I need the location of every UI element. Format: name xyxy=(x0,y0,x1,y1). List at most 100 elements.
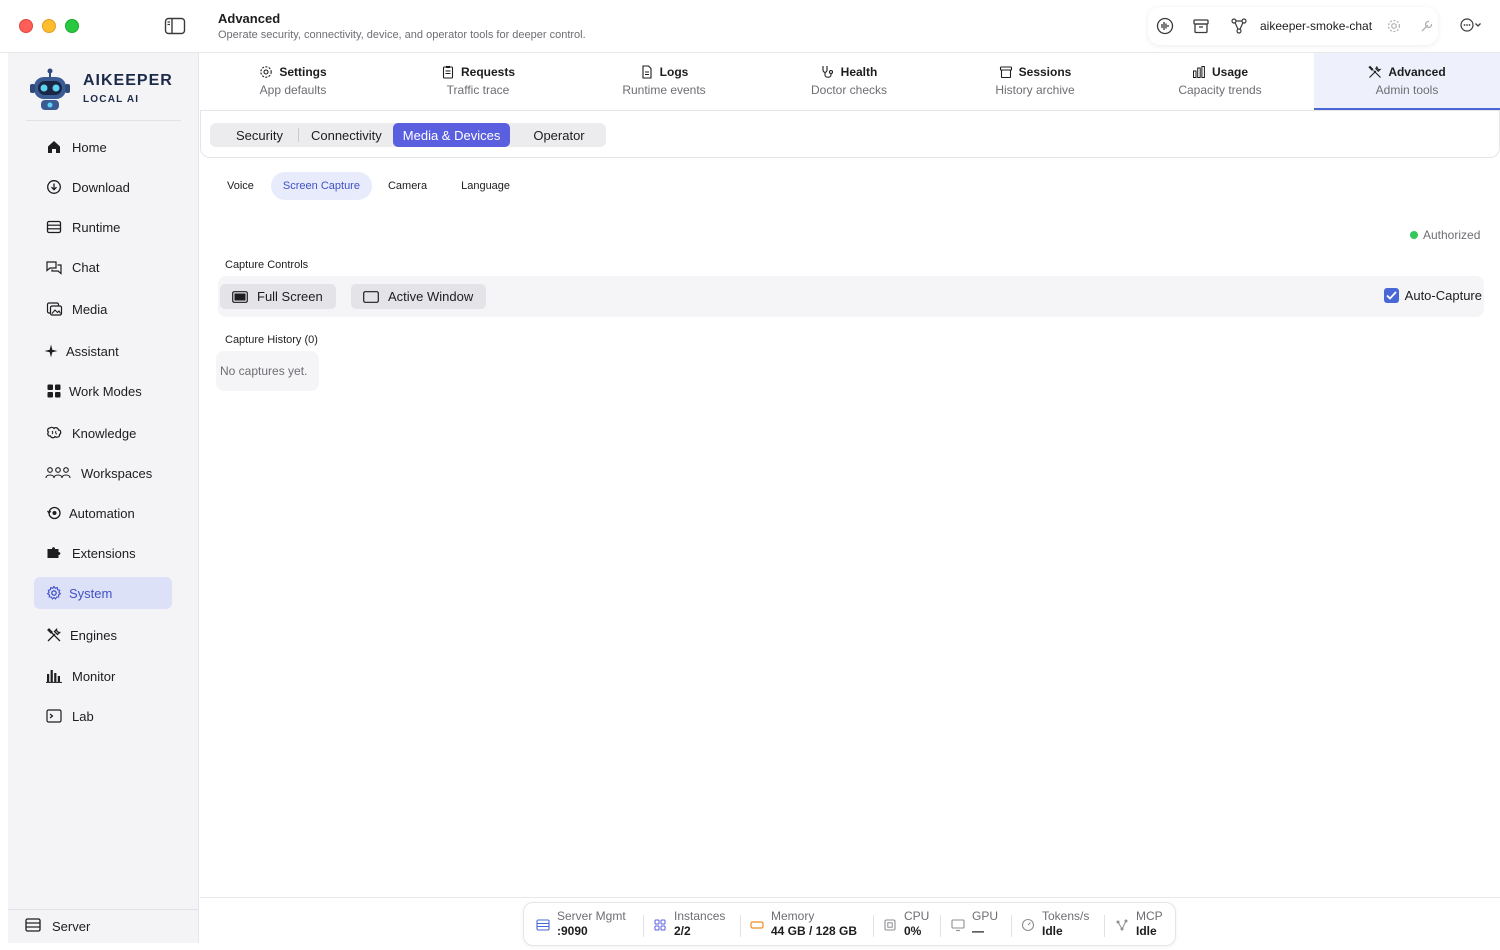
bar-chart-icon xyxy=(1192,66,1205,78)
sidebar-toggle-icon[interactable] xyxy=(164,17,186,35)
server-icon xyxy=(536,919,550,931)
status-key: Tokens/s xyxy=(1042,909,1090,923)
status-dot xyxy=(1410,231,1418,239)
sidebar-item-system[interactable]: System xyxy=(34,577,172,609)
status-key: Instances xyxy=(674,909,726,923)
tab-usage[interactable]: Usage Capacity trends xyxy=(1127,53,1313,110)
sidebar-item-knowledge[interactable]: Knowledge xyxy=(34,417,172,449)
sidebar-item-download[interactable]: Download xyxy=(34,171,172,203)
waveform-icon[interactable] xyxy=(1156,17,1174,35)
section-segmented-control: Security Connectivity Media & Devices Op… xyxy=(210,123,606,147)
zoom-window-button[interactable] xyxy=(65,19,79,33)
sparkle-icon xyxy=(42,342,60,360)
subtab-voice[interactable]: Voice xyxy=(218,172,263,200)
status-key: Server Mgmt xyxy=(557,909,626,923)
minimize-window-button[interactable] xyxy=(42,19,56,33)
tab-subtitle: Traffic trace xyxy=(446,83,510,97)
app-logo: AIKEEPER LOCAL AI xyxy=(26,65,186,113)
permission-status: Authorized xyxy=(1410,228,1480,242)
tab-health[interactable]: Health Doctor checks xyxy=(756,53,942,110)
sidebar-item-workspaces[interactable]: Workspaces xyxy=(34,457,172,489)
divider xyxy=(643,915,644,937)
more-menu-button[interactable] xyxy=(1456,12,1488,40)
sidebar-item-monitor[interactable]: Monitor xyxy=(34,660,172,692)
auto-capture-checkbox[interactable] xyxy=(1383,288,1399,303)
status-tokens[interactable]: Tokens/s Idle xyxy=(1021,909,1089,939)
tab-advanced[interactable]: Advanced Admin tools xyxy=(1314,53,1500,110)
people-icon xyxy=(45,464,71,482)
subtab-screen-capture[interactable]: Screen Capture xyxy=(270,172,372,200)
wrench-icon[interactable] xyxy=(1418,17,1436,35)
status-instances[interactable]: Instances 2/2 xyxy=(653,909,725,939)
capture-controls-heading: Capture Controls xyxy=(225,259,309,271)
sidebar-item-label: Download xyxy=(72,179,130,195)
sidebar-item-lab[interactable]: Lab xyxy=(34,700,172,732)
sidebar-item-label: Runtime xyxy=(72,219,121,235)
status-mcp[interactable]: MCP Idle xyxy=(1115,909,1163,939)
segment-connectivity[interactable]: Connectivity xyxy=(299,123,393,147)
archive-icon[interactable] xyxy=(1192,17,1210,35)
gear-icon xyxy=(45,584,63,602)
divider xyxy=(200,897,1500,898)
full-screen-icon xyxy=(232,290,248,303)
sidebar-item-automation[interactable]: Automation xyxy=(34,497,172,529)
segment-media-devices[interactable]: Media & Devices xyxy=(392,123,511,147)
divider xyxy=(873,915,874,937)
grid-icon xyxy=(45,382,63,400)
sidebar-item-label: Lab xyxy=(72,708,94,724)
status-server-mgmt[interactable]: Server Mgmt:9090 xyxy=(536,909,626,939)
sidebar-item-home[interactable]: Home xyxy=(34,131,172,163)
chat-name-label[interactable]: aikeeper-smoke-chat xyxy=(1260,19,1372,33)
capture-history-empty: No captures yet. xyxy=(216,351,319,391)
auto-capture-toggle[interactable]: Auto-Capture xyxy=(1383,288,1482,303)
tab-logs[interactable]: Logs Runtime events xyxy=(571,53,757,110)
tab-requests[interactable]: Requests Traffic trace xyxy=(385,53,571,110)
sidebar-item-work-modes[interactable]: Work Modes xyxy=(34,375,172,407)
download-icon xyxy=(45,178,63,196)
subtab-camera[interactable]: Camera xyxy=(380,172,435,200)
active-window-button[interactable]: Active Window xyxy=(351,284,487,309)
segment-operator[interactable]: Operator xyxy=(510,123,605,147)
tab-settings[interactable]: Settings App defaults xyxy=(200,53,386,110)
status-cpu[interactable]: CPU 0% xyxy=(883,909,929,939)
title-bar: Advanced Operate security, connectivity,… xyxy=(0,0,1500,53)
full-screen-button[interactable]: Full Screen xyxy=(220,284,336,309)
ellipsis-chevron-icon xyxy=(1460,18,1481,32)
sidebar-item-engines[interactable]: Engines xyxy=(34,619,172,651)
divider xyxy=(1011,915,1012,937)
sidebar-item-media[interactable]: Media xyxy=(34,293,172,325)
stethoscope-icon xyxy=(822,66,833,78)
status-memory[interactable]: Memory 44 GB / 128 GB xyxy=(750,909,857,939)
status-bar: Server Mgmt:9090 Instances 2/2 Memory 44 G… xyxy=(523,902,1176,946)
sidebar-item-extensions[interactable]: Extensions xyxy=(34,537,172,569)
tab-title: Health xyxy=(840,65,878,79)
terminal-icon xyxy=(45,707,63,725)
status-key: Memory xyxy=(771,909,815,923)
sidebar-item-runtime[interactable]: Runtime xyxy=(34,211,172,243)
tab-title: Settings xyxy=(279,65,327,79)
bar-chart-icon xyxy=(45,667,63,685)
sidebar-item-label: Chat xyxy=(72,259,100,275)
status-value: 44 GB / 128 GB xyxy=(771,924,858,938)
sidebar-item-assistant[interactable]: Assistant xyxy=(34,335,172,367)
close-window-button[interactable] xyxy=(19,19,33,33)
status-gpu[interactable]: GPU — xyxy=(951,909,998,939)
divider xyxy=(940,915,941,937)
segment-security[interactable]: Security xyxy=(210,123,298,147)
branch-icon[interactable] xyxy=(1230,17,1248,35)
status-value: Idle xyxy=(1042,924,1063,938)
sidebar-item-server[interactable]: Server xyxy=(8,909,198,943)
chat-icon xyxy=(45,258,63,276)
tab-subtitle: Doctor checks xyxy=(810,83,888,97)
gear-icon[interactable] xyxy=(1385,17,1403,35)
sub-tabs: Voice Screen Capture Camera Language xyxy=(218,172,536,200)
brain-icon xyxy=(45,424,63,442)
page-title: Advanced xyxy=(218,11,281,26)
tab-sessions[interactable]: Sessions History archive xyxy=(942,53,1128,110)
tools-icon xyxy=(45,626,63,644)
sidebar: AIKEEPER LOCAL AI Home Download Runtime … xyxy=(8,53,199,943)
robot-logo-icon xyxy=(30,68,70,110)
brand-name: AIKEEPER xyxy=(83,72,173,89)
subtab-language[interactable]: Language xyxy=(443,172,528,200)
sidebar-item-chat[interactable]: Chat xyxy=(34,251,172,283)
